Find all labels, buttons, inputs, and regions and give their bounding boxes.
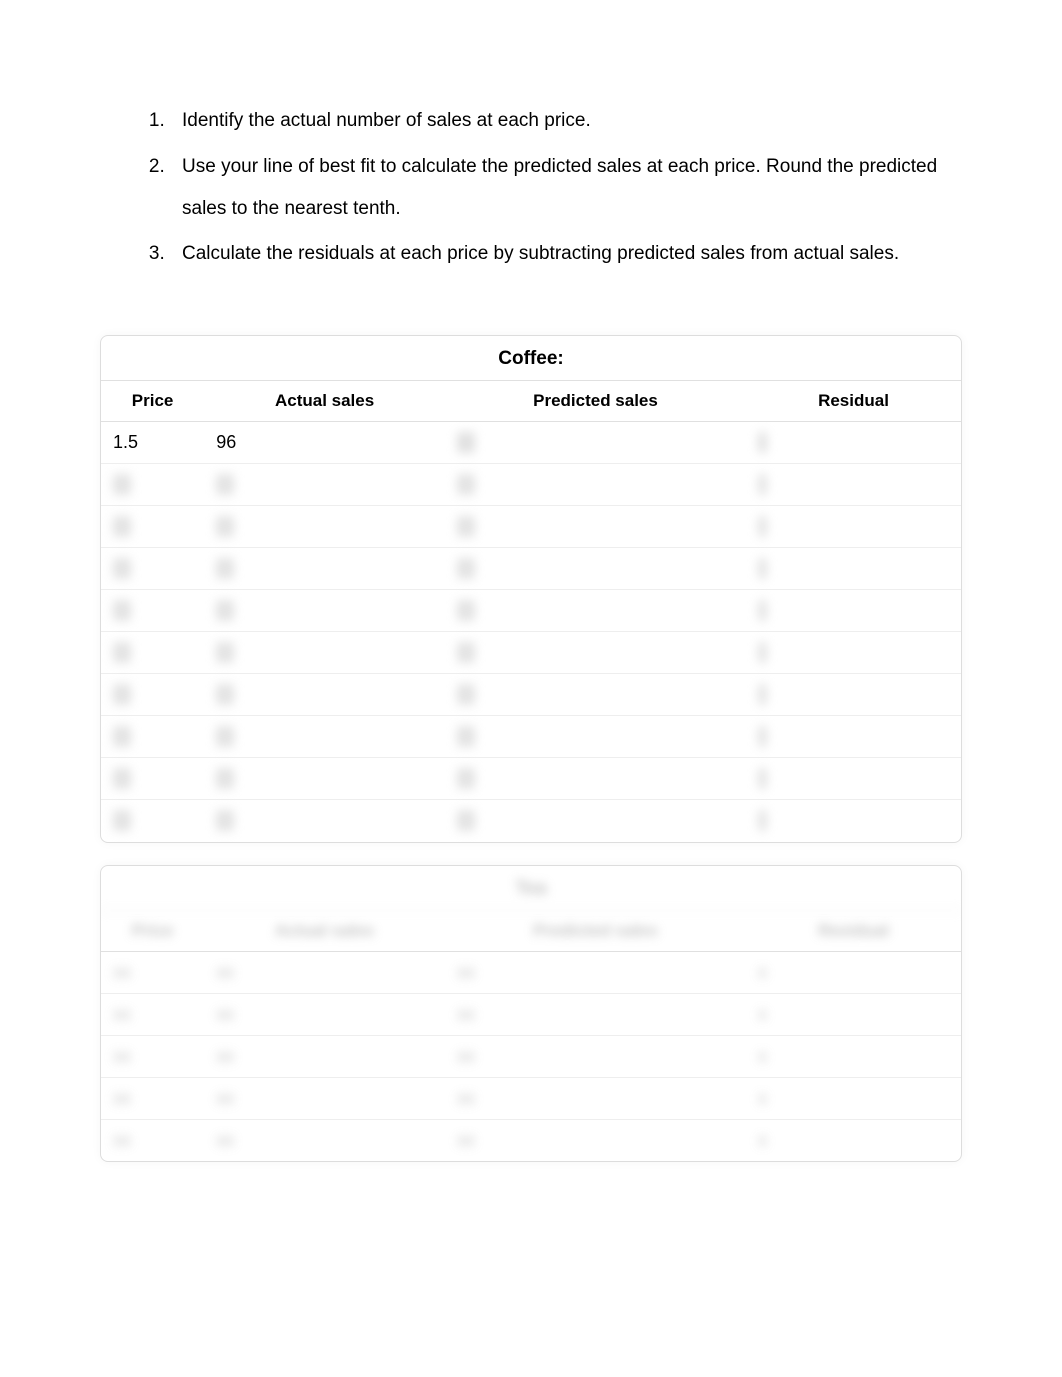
coffee-table: Price Actual sales Predicted sales Resid… — [101, 381, 961, 842]
table-row: xxxxxxx — [101, 632, 961, 674]
table-row: 1.5 96 xx x — [101, 422, 961, 464]
col-header-predicted: Predicted sales — [445, 911, 746, 952]
second-table-wrapper: Tea Price Actual sales Predicted sales R… — [100, 865, 962, 1163]
table-row: xxxxxxx — [101, 1119, 961, 1161]
col-header-residual: Residual — [746, 911, 961, 952]
instructions-list: Identify the actual number of sales at e… — [100, 100, 962, 275]
coffee-table-wrapper: Coffee: Price Actual sales Predicted sal… — [100, 335, 962, 843]
cell-predicted: xx — [445, 422, 746, 464]
table-row: xxxxxxx — [101, 800, 961, 842]
instruction-item-2: Use your line of best fit to calculate t… — [170, 146, 962, 230]
table-row: xxxxxxx — [101, 548, 961, 590]
col-header-predicted: Predicted sales — [445, 381, 746, 422]
table-row: xxxxxxx — [101, 590, 961, 632]
table-row: xxxxxxx — [101, 1077, 961, 1119]
table-row: xxxxxxx — [101, 674, 961, 716]
col-header-actual: Actual sales — [204, 911, 445, 952]
table-row: xxxxxxx — [101, 758, 961, 800]
instruction-item-3: Calculate the residuals at each price by… — [170, 233, 962, 275]
table-row: xxxxxxx — [101, 464, 961, 506]
table-row: xxxxxxx — [101, 993, 961, 1035]
table-row: xxxxxxx — [101, 506, 961, 548]
cell-price: 1.5 — [101, 422, 204, 464]
col-header-price: Price — [101, 911, 204, 952]
coffee-table-title: Coffee: — [101, 336, 961, 381]
second-table-title: Tea — [101, 866, 961, 911]
second-table: Price Actual sales Predicted sales Resid… — [101, 911, 961, 1162]
table-row: xxxxxxx — [101, 716, 961, 758]
col-header-actual: Actual sales — [204, 381, 445, 422]
instruction-item-1: Identify the actual number of sales at e… — [170, 100, 962, 142]
cell-actual: 96 — [204, 422, 445, 464]
cell-residual: x — [746, 422, 961, 464]
col-header-price: Price — [101, 381, 204, 422]
table-row: xxxxxxx — [101, 1035, 961, 1077]
col-header-residual: Residual — [746, 381, 961, 422]
table-row: xxxxxxx — [101, 951, 961, 993]
